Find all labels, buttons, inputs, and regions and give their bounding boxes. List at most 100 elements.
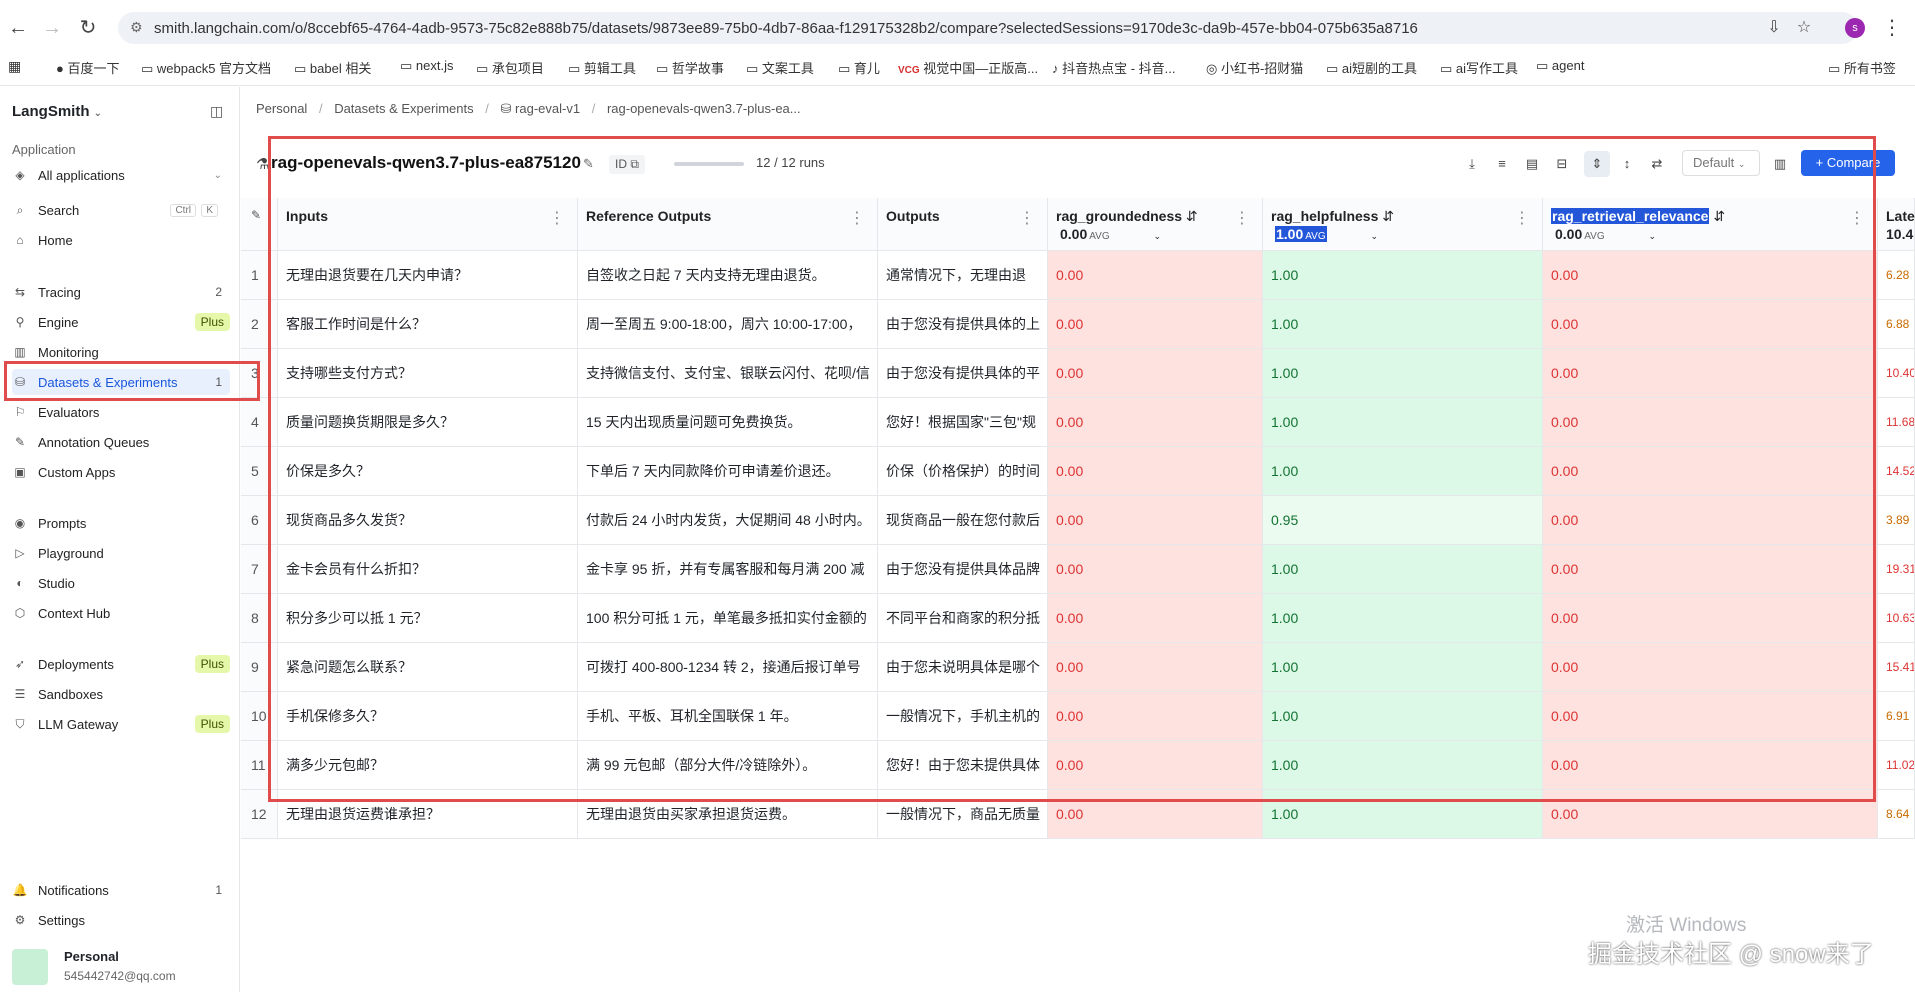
engine-icon: ⚲: [15, 315, 25, 329]
header-latency[interactable]: Late 10.4: [1878, 198, 1915, 251]
sidebar-item-studio[interactable]: ◐ Studio: [12, 570, 230, 596]
chevron-down-icon: ⌄: [93, 108, 103, 119]
shield-icon: ⛉: [15, 716, 25, 731]
user-card[interactable]: Personal 545442742@qq.com: [12, 947, 232, 987]
latency-cell[interactable]: 6.88: [1878, 300, 1915, 349]
sidebar-item-sandboxes[interactable]: ☰ Sandboxes: [12, 681, 230, 707]
highlight-box-sidebar: [4, 361, 260, 401]
latency-cell[interactable]: 14.52: [1878, 447, 1915, 496]
sidebar-item-playground[interactable]: ▷ Playground: [12, 540, 230, 566]
sidebar-item-tracing[interactable]: ⇆ Tracing 2: [12, 279, 230, 305]
evaluator-icon: ⚐: [14, 405, 26, 419]
bookmark-item[interactable]: ▭ ai写作工具: [1440, 58, 1518, 77]
address-bar[interactable]: ⚙ smith.langchain.com/o/8ccebf65-4764-4a…: [118, 12, 1858, 44]
workspace-switcher[interactable]: LangSmith ⌄: [12, 103, 102, 120]
menu-icon[interactable]: ⋮: [1880, 16, 1904, 40]
rocket-icon: ➶: [14, 657, 26, 671]
section-label: Application: [12, 142, 76, 157]
back-icon[interactable]: ←: [6, 16, 30, 40]
bookmark-item[interactable]: ▭ webpack5 官方文档: [141, 58, 271, 77]
url-text[interactable]: smith.langchain.com/o/8ccebf65-4764-4adb…: [154, 20, 1418, 37]
prompt-icon: ◉: [14, 516, 26, 530]
bookmark-item[interactable]: ♪ 抖音热点宝 - 抖音...: [1052, 58, 1176, 77]
bookmark-item[interactable]: ▭ 育儿: [838, 58, 880, 77]
bookmarks-bar: ▦ ● 百度一下 ▭ webpack5 官方文档 ▭ babel 相关 ▭ ne…: [0, 54, 1915, 80]
sidebar-item-prompts[interactable]: ◉ Prompts: [12, 510, 230, 536]
sidebar-item-deployments[interactable]: ➶ Deployments Plus: [12, 651, 230, 677]
play-icon: ▷: [15, 546, 25, 560]
sidebar-search[interactable]: ⌕ Search Ctrl K: [12, 197, 230, 223]
reload-icon[interactable]: ↻: [76, 16, 100, 40]
bookmark-item[interactable]: ● 百度一下: [56, 58, 119, 77]
chart-icon: ▥: [14, 345, 26, 359]
breadcrumb-item[interactable]: Datasets & Experiments: [334, 101, 473, 116]
bookmark-item[interactable]: ▭ 所有书签: [1828, 58, 1896, 77]
sidebar-item-settings[interactable]: ⚙ Settings: [12, 907, 230, 933]
install-icon[interactable]: ⇩: [1762, 16, 1786, 40]
tracing-icon: ⇆: [14, 285, 26, 299]
search-icon: ⌕: [16, 202, 24, 217]
latency-cell[interactable]: 11.68: [1878, 398, 1915, 447]
chevron-down-icon: ⌄: [213, 169, 222, 181]
bookmark-item[interactable]: ▭ 剪辑工具: [568, 58, 636, 77]
hub-icon: ⬡: [14, 606, 26, 620]
sidebar-item-annotation-queues[interactable]: ✎ Annotation Queues: [12, 429, 230, 455]
database-icon: ⛁: [500, 101, 512, 116]
user-name: Personal: [64, 949, 119, 964]
activation-watermark: 激活 Windows: [1626, 915, 1747, 936]
bookmark-item[interactable]: ▭ 承包项目: [476, 58, 544, 77]
latency-cell[interactable]: 6.28: [1878, 251, 1915, 300]
latency-cell[interactable]: 6.91: [1878, 692, 1915, 741]
forward-icon[interactable]: →: [40, 16, 64, 40]
bookmark-star-icon[interactable]: ☆: [1792, 16, 1816, 40]
bookmark-item[interactable]: ▭ agent: [1536, 58, 1584, 74]
plus-badge: Plus: [194, 655, 230, 673]
apps-icon[interactable]: ▦: [8, 58, 21, 75]
sidebar-item-custom-apps[interactable]: ▣ Custom Apps: [12, 459, 230, 485]
bookmark-item[interactable]: VCG 视觉中国—正版高...: [898, 58, 1038, 77]
studio-icon: ◐: [16, 576, 24, 590]
latency-cell[interactable]: 3.89: [1878, 496, 1915, 545]
highlight-box-table: [268, 136, 1876, 802]
address-row: ← → ↻ ⚙ smith.langchain.com/o/8ccebf65-4…: [0, 10, 1915, 46]
home-icon: ⌂: [16, 233, 24, 247]
bookmark-item[interactable]: ▭ 文案工具: [746, 58, 814, 77]
breadcrumb-item[interactable]: Personal: [256, 101, 307, 116]
shortcut-ctrl: Ctrl: [170, 203, 196, 217]
bookmark-item[interactable]: ▭ babel 相关: [294, 58, 371, 77]
sandbox-icon: ☰: [14, 687, 26, 701]
site-watermark: 掘金技术社区 @ snow来了: [1588, 941, 1874, 968]
latency-cell[interactable]: 10.40: [1878, 349, 1915, 398]
bell-icon: 🔔: [12, 883, 28, 897]
shortcut-key: K: [201, 203, 218, 217]
gear-icon: ⚙: [14, 913, 26, 927]
pencil-icon: ✎: [14, 435, 26, 449]
bookmark-item[interactable]: ◎ 小红书-招财猫: [1206, 58, 1303, 77]
sidebar-item-context-hub[interactable]: ⬡ Context Hub: [12, 600, 230, 626]
site-info-icon[interactable]: ⚙: [130, 19, 143, 36]
profile-avatar[interactable]: s: [1845, 18, 1865, 38]
latency-cell[interactable]: 19.31: [1878, 545, 1915, 594]
breadcrumb-item[interactable]: rag-eval-v1: [515, 101, 580, 116]
sidebar-item-evaluators[interactable]: ⚐ Evaluators: [12, 399, 230, 425]
pencil-icon: ✎: [251, 208, 262, 222]
sidebar-item-home[interactable]: ⌂ Home: [12, 227, 230, 253]
sidebar-toggle-icon[interactable]: ◫: [210, 103, 223, 120]
bookmark-item[interactable]: ▭ 哲学故事: [656, 58, 724, 77]
user-email: 545442742@qq.com: [64, 969, 176, 983]
latency-cell[interactable]: 11.02: [1878, 741, 1915, 790]
breadcrumb-item: rag-openevals-qwen3.7-plus-ea...: [606, 101, 801, 116]
latency-cell[interactable]: 15.41: [1878, 643, 1915, 692]
latency-cell[interactable]: 10.63: [1878, 594, 1915, 643]
sidebar-item-llm-gateway[interactable]: ⛉ LLM Gateway Plus: [12, 711, 230, 737]
bookmark-item[interactable]: ▭ next.js: [400, 58, 453, 74]
latency-cell[interactable]: 8.64: [1878, 790, 1915, 839]
layers-icon: ◈: [15, 168, 25, 182]
app-select[interactable]: ◈ All applications ⌄: [12, 162, 230, 188]
sidebar-item-notifications[interactable]: 🔔 Notifications 1: [12, 877, 230, 903]
sidebar: LangSmith ⌄ ◫ Application ◈ All applicati…: [0, 87, 240, 992]
sidebar-item-engine[interactable]: ⚲ Engine Plus: [12, 309, 230, 335]
bookmark-item[interactable]: ▭ ai短剧的工具: [1326, 58, 1417, 77]
avatar: [12, 949, 48, 985]
plus-badge: Plus: [194, 313, 230, 331]
